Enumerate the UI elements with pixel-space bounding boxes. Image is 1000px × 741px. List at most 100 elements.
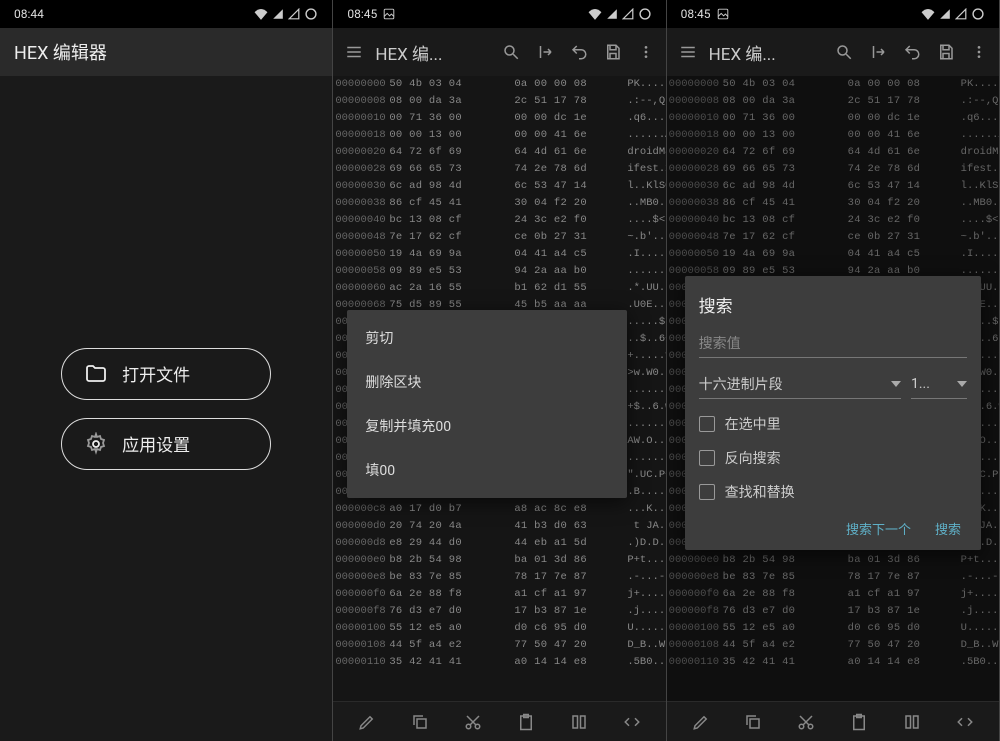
status-bar: 08:45: [333, 0, 665, 28]
hex-row[interactable]: 000000306c ad 98 4d6c 53 47 14l..KlSG.: [333, 178, 665, 195]
hex-row[interactable]: 0000005019 4a 69 9a04 41 a4 c5.I.....i: [667, 246, 999, 263]
check-label: 反向搜索: [725, 448, 781, 468]
context-menu: 剪切 删除区块 复制并填充00 填00: [347, 310, 627, 498]
hex-row[interactable]: 000000e8be 83 7e 8578 17 7e 87.-...--.: [333, 569, 665, 586]
hex-row[interactable]: 000000487e 17 62 cfce 0b 27 31~.b'..'1: [667, 229, 999, 246]
menu-copy-fill-00[interactable]: 复制并填充00: [347, 404, 627, 448]
edit-icon[interactable]: [682, 707, 720, 737]
hex-row[interactable]: 0000003886 cf 45 4130 04 f2 20..MB0...: [333, 195, 665, 212]
hex-row[interactable]: 000000d020 74 20 4a41 b3 d0 63 t JA..c: [333, 518, 665, 535]
undo-button[interactable]: [895, 37, 929, 67]
search-type-select[interactable]: 十六进制片段: [699, 368, 901, 399]
overflow-button[interactable]: [630, 37, 662, 67]
edit-icon[interactable]: [348, 707, 386, 737]
wifi-icon: [254, 8, 268, 20]
goto-button[interactable]: [528, 37, 562, 67]
hex-row[interactable]: 0000011035 42 41 41a0 14 14 e8.5B0....: [667, 654, 999, 671]
hex-row[interactable]: 0000000050 4b 03 040a 00 00 08PK......: [333, 76, 665, 93]
paste-icon[interactable]: [840, 707, 878, 737]
search-button-dlg[interactable]: 搜索: [935, 519, 961, 538]
hex-row[interactable]: 0000002064 72 6f 6964 4d 61 6edroidMan: [333, 144, 665, 161]
hex-row[interactable]: 0000002869 66 65 7374 2e 78 6difest.xm: [667, 161, 999, 178]
hex-row[interactable]: 0000005019 4a 69 9a04 41 a4 c5.I.....i: [333, 246, 665, 263]
select-icon[interactable]: [560, 707, 598, 737]
check-reverse[interactable]: 反向搜索: [699, 441, 967, 475]
checkbox-icon: [699, 416, 715, 432]
hex-row[interactable]: 0000010844 5f a4 e277 50 47 20D_B..WPG: [333, 637, 665, 654]
app-bar: HEX 编...: [333, 28, 665, 76]
search-dialog: 搜索 搜索值 十六进制片段 1... 在选中里 反向搜索 查找和替换 搜索下一个: [685, 276, 981, 550]
menu-delete-block[interactable]: 删除区块: [347, 360, 627, 404]
check-find-replace[interactable]: 查找和替换: [699, 475, 967, 509]
menu-fill-00[interactable]: 填00: [347, 448, 627, 492]
hex-row[interactable]: 00000040bc 13 08 cf24 3c e2 f0....$<..: [667, 212, 999, 229]
hex-row[interactable]: 000000e8be 83 7e 8578 17 7e 87.-...--.: [667, 569, 999, 586]
hex-row[interactable]: 0000001000 71 36 0000 00 dc 1e.q6.....: [333, 110, 665, 127]
search-width-select[interactable]: 1...: [911, 368, 967, 399]
checkbox-icon: [699, 484, 715, 500]
search-button[interactable]: [827, 37, 861, 67]
signal-icon-2: [288, 8, 300, 20]
hex-row[interactable]: 0000000808 00 da 3a2c 51 17 78.:--,Q.x: [333, 93, 665, 110]
search-button[interactable]: [494, 37, 528, 67]
hex-row[interactable]: 000000e0b8 2b 54 98ba 01 3d 86P+t....=: [667, 552, 999, 569]
hex-row[interactable]: 0000005809 89 e5 5394 2a aa b0..........: [333, 263, 665, 280]
bottom-toolbar: [667, 701, 999, 741]
hex-row[interactable]: 0000001800 00 13 0000 00 41 6e......An: [333, 127, 665, 144]
circle-icon: [638, 7, 652, 21]
menu-button[interactable]: [337, 35, 371, 69]
hex-row[interactable]: 0000000808 00 da 3a2c 51 17 78.:--,Q.x: [667, 93, 999, 110]
hex-row[interactable]: 0000002869 66 65 7374 2e 78 6difest.xm: [333, 161, 665, 178]
hex-row[interactable]: 0000001800 00 13 0000 00 41 6e......An: [667, 127, 999, 144]
open-file-button[interactable]: 打开文件: [61, 348, 271, 400]
settings-button[interactable]: 应用设置: [61, 418, 271, 470]
search-input[interactable]: 搜索值: [699, 327, 967, 358]
hex-row[interactable]: 000000d8e8 29 44 d044 eb a1 5d.)D.D..!: [333, 535, 665, 552]
cut-icon[interactable]: [454, 707, 492, 737]
hex-row[interactable]: 00000060ac 2a 16 55b1 62 d1 55.*.UU.b.: [333, 280, 665, 297]
code-icon[interactable]: [946, 707, 984, 737]
hex-row[interactable]: 00000040bc 13 08 cf24 3c e2 f0....$<..: [333, 212, 665, 229]
status-time: 08:45: [681, 7, 711, 21]
hex-row[interactable]: 000000306c ad 98 4d6c 53 47 14l..KlSG.: [667, 178, 999, 195]
hex-row[interactable]: 0000010055 12 e5 a0d0 c6 95 d0U.......: [333, 620, 665, 637]
hex-row[interactable]: 0000002064 72 6f 6964 4d 61 6edroidMan: [667, 144, 999, 161]
save-button[interactable]: [596, 37, 630, 67]
undo-button[interactable]: [562, 37, 596, 67]
image-icon: [383, 8, 395, 20]
copy-icon[interactable]: [401, 707, 439, 737]
cut-icon[interactable]: [787, 707, 825, 737]
signal-icon-2: [955, 8, 967, 20]
menu-cut[interactable]: 剪切: [347, 316, 627, 360]
hex-row[interactable]: 0000000050 4b 03 040a 00 00 08PK......: [667, 76, 999, 93]
select-icon[interactable]: [893, 707, 931, 737]
paste-icon[interactable]: [507, 707, 545, 737]
copy-icon[interactable]: [734, 707, 772, 737]
save-button[interactable]: [929, 37, 963, 67]
search-next-button[interactable]: 搜索下一个: [846, 519, 911, 538]
hex-row[interactable]: 0000010055 12 e5 a0d0 c6 95 d0U.......: [667, 620, 999, 637]
image-icon: [717, 8, 729, 20]
overflow-button[interactable]: [963, 37, 995, 67]
hex-row[interactable]: 000000f06a 2e 88 f8a1 cf a1 97j+......: [667, 586, 999, 603]
app-bar: HEX 编...: [667, 28, 999, 76]
chevron-down-icon: [957, 381, 967, 387]
code-icon[interactable]: [613, 707, 651, 737]
search-width-label: 1...: [911, 376, 930, 392]
circle-icon: [304, 7, 318, 21]
menu-button[interactable]: [671, 35, 705, 69]
hex-row[interactable]: 0000003886 cf 45 4130 04 f2 20..MB0...: [667, 195, 999, 212]
hex-row[interactable]: 0000011035 42 41 41a0 14 14 e8.5B0....: [333, 654, 665, 671]
hex-row[interactable]: 000000f876 d3 e7 d017 b3 87 1e.j......: [667, 603, 999, 620]
hex-row[interactable]: 0000010844 5f a4 e277 50 47 20D_B..WPG: [667, 637, 999, 654]
hex-row[interactable]: 000000487e 17 62 cfce 0b 27 31~.b'..'1: [333, 229, 665, 246]
check-label: 查找和替换: [725, 482, 795, 502]
check-in-selection[interactable]: 在选中里: [699, 407, 967, 441]
hex-row[interactable]: 000000f876 d3 e7 d017 b3 87 1e.j......: [333, 603, 665, 620]
goto-button[interactable]: [861, 37, 895, 67]
hex-row[interactable]: 0000001000 71 36 0000 00 dc 1e.q6.....: [667, 110, 999, 127]
hex-row[interactable]: 000000f06a 2e 88 f8a1 cf a1 97j+......: [333, 586, 665, 603]
hex-row[interactable]: 000000e0b8 2b 54 98ba 01 3d 86P+t....=: [333, 552, 665, 569]
search-title: 搜索: [699, 292, 967, 317]
hex-row[interactable]: 000000c8a0 17 d0 b7a8 ac 8c e8...K....: [333, 501, 665, 518]
